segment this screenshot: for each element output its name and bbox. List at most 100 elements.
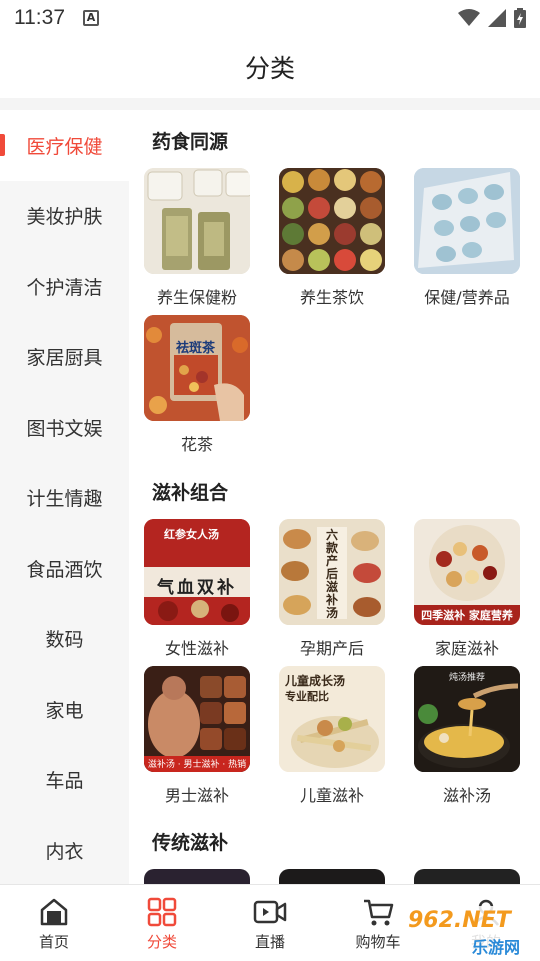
sidebar-item-auto[interactable]: 车品 [0, 745, 129, 816]
product-image: 红参女人汤 气血双补 [144, 519, 250, 625]
sidebar-item-adult[interactable]: 计生情趣 [0, 463, 129, 534]
product-image: 六款产后滋补汤 [279, 519, 385, 625]
section-title: 药食同源 [152, 131, 229, 153]
category-tile-partial[interactable] [144, 869, 250, 884]
tab-label: 购物车 [355, 933, 401, 951]
tile-image-text: 四季滋补 家庭营养 [421, 609, 513, 622]
sidebar-item-label: 车品 [45, 770, 84, 793]
tile-image-text: 红参女人汤 [164, 528, 219, 541]
status-time: 11:37 [14, 6, 65, 29]
product-image: 祛斑茶 [144, 315, 250, 421]
category-tile-partial[interactable] [414, 869, 520, 884]
product-image [144, 168, 250, 274]
sidebar-item-label: 图书文娱 [26, 417, 103, 440]
sidebar-item-label: 数码 [45, 629, 84, 652]
tile-image-text: 六款产后滋补汤 [325, 528, 338, 620]
category-tile[interactable]: 养生保健粉 [144, 168, 250, 308]
status-bar: 11:37 A [0, 0, 540, 36]
signal-icon [488, 9, 506, 27]
tile-label: 保健/营养品 [424, 288, 510, 307]
product-image: 儿童成长汤 专业配比 [279, 666, 385, 772]
tab-live[interactable]: 直播 [216, 885, 324, 961]
sidebar-item-medical[interactable]: 医疗保健 [0, 110, 129, 181]
tile-image-text: 儿童成长汤 [285, 674, 346, 688]
tile-label: 女性滋补 [164, 639, 229, 658]
header: 分类 [0, 36, 540, 98]
product-image: 炖汤推荐 [414, 666, 520, 772]
tile-label: 孕期产后 [299, 639, 364, 658]
category-tile[interactable]: 六款产后滋补汤 孕期产后 [279, 519, 385, 659]
section-title: 传统滋补 [152, 832, 229, 854]
sidebar-item-label: 家电 [45, 699, 84, 722]
category-icon [147, 897, 177, 927]
sidebar-item-label: 家居厨具 [26, 347, 103, 370]
product-image: 滋补汤 · 男士滋补 · 热销 [144, 666, 250, 772]
tab-label: 直播 [254, 933, 285, 951]
tile-image-text-2: 专业配比 [285, 690, 329, 703]
home-icon [40, 898, 68, 926]
page-title: 分类 [244, 54, 295, 83]
status-icons [458, 8, 526, 28]
tile-image-text-2: 气血双补 [157, 578, 237, 598]
tile-image-text: 滋补汤 · 男士滋补 · 热销 [147, 760, 247, 770]
wifi-icon [458, 9, 480, 26]
accessibility-notification-icon: A [83, 10, 99, 26]
tab-label: 首页 [38, 933, 69, 951]
product-image [414, 869, 520, 884]
tea-bowls-image [279, 168, 385, 274]
watermark-subtext: 乐游网 [472, 938, 521, 957]
category-tile[interactable]: 祛斑茶 花茶 [144, 315, 250, 455]
tab-home[interactable]: 首页 [0, 885, 108, 961]
product-image: 四季滋补 家庭营养 [414, 519, 520, 625]
watermark-logo: 962.NET 乐游网 [402, 906, 538, 957]
tile-label: 儿童滋补 [299, 786, 364, 805]
tab-label: 分类 [146, 933, 177, 951]
category-tile[interactable]: 滋补汤 · 男士滋补 · 热销 男士滋补 [144, 666, 250, 806]
tile-image-text: 祛斑茶 [176, 341, 216, 356]
watermark-text: 962.NET [408, 908, 511, 933]
sidebar-item-underwear[interactable]: 内衣 [0, 815, 129, 884]
tile-label: 滋补汤 [442, 786, 491, 805]
sidebar-item-label: 计生情趣 [26, 488, 103, 511]
tile-label: 养生茶饮 [299, 288, 364, 307]
tile-label: 男士滋补 [164, 786, 229, 805]
nutrition-product-image [414, 168, 520, 274]
category-tile[interactable]: 炖汤推荐 滋补汤 [414, 666, 520, 806]
category-tile[interactable]: 四季滋补 家庭营养 家庭滋补 [414, 519, 520, 659]
sidebar-item-digital[interactable]: 数码 [0, 604, 129, 675]
product-image [279, 168, 385, 274]
tile-image-text: 炖汤推荐 [448, 673, 485, 683]
powder-product-image [144, 168, 250, 274]
sidebar-item-food-drink[interactable]: 食品酒饮 [0, 533, 129, 604]
tile-label: 花茶 [180, 435, 213, 454]
header-divider [0, 98, 540, 110]
battery-icon [514, 8, 526, 28]
category-tile[interactable]: 红参女人汤 气血双补 女性滋补 [144, 519, 250, 659]
flower-tea-image [144, 315, 250, 421]
tile-label: 养生保健粉 [156, 288, 237, 307]
sidebar-item-label: 美妆护肤 [26, 206, 103, 229]
tile-label: 家庭滋补 [434, 639, 499, 658]
cart-icon [364, 899, 394, 926]
category-sidebar[interactable]: 医疗保健 美妆护肤 个护清洁 家居厨具 图书文娱 计生情趣 食品酒饮 数码 家电… [0, 110, 129, 884]
live-icon [253, 900, 287, 924]
sidebar-item-personal-care[interactable]: 个护清洁 [0, 251, 129, 322]
category-tile[interactable]: 儿童成长汤 专业配比 儿童滋补 [279, 666, 385, 806]
category-tile-partial[interactable] [279, 869, 385, 884]
sidebar-item-label: 个护清洁 [26, 276, 103, 299]
category-content[interactable]: 药食同源 养生保健粉 养生茶饮 保健/营养品 祛斑茶 花茶 滋补组合 红参女人汤… [129, 110, 540, 884]
sidebar-item-label: 医疗保健 [26, 135, 103, 158]
category-tile[interactable]: 养生茶饮 [279, 168, 385, 308]
product-image [144, 869, 250, 884]
category-tile[interactable]: 保健/营养品 [414, 168, 520, 308]
tab-category[interactable]: 分类 [108, 885, 216, 961]
sidebar-item-label: 内衣 [45, 840, 84, 863]
sidebar-item-beauty[interactable]: 美妆护肤 [0, 181, 129, 252]
product-image [279, 869, 385, 884]
product-image [414, 168, 520, 274]
sidebar-item-label: 食品酒饮 [26, 558, 103, 581]
sidebar-item-appliances[interactable]: 家电 [0, 674, 129, 745]
section-title: 滋补组合 [152, 482, 229, 504]
sidebar-item-home-kitchen[interactable]: 家居厨具 [0, 322, 129, 393]
sidebar-item-books[interactable]: 图书文娱 [0, 392, 129, 463]
